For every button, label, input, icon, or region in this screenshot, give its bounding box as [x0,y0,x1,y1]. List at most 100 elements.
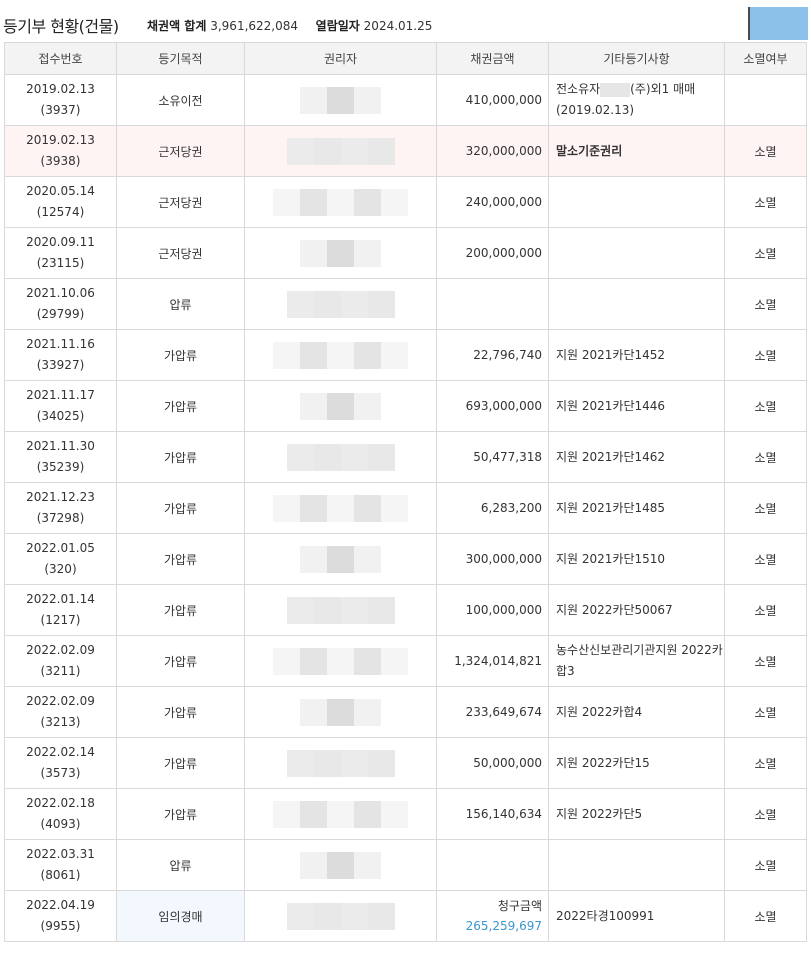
receipt-cell: 2022.01.05 (320) [4,533,117,585]
redaction-block [367,749,395,777]
receipt-number: (8061) [40,868,81,882]
purpose-cell: 압류 [116,839,245,891]
redaction-block [286,137,314,165]
right-holder-cell [244,737,437,789]
receipt-date: 2021.11.17 [26,388,95,402]
receipt-date: 2022.02.14 [26,745,95,759]
receipt-cell: 2020.05.14 (12574) [4,176,117,228]
other-notes-cell: 지원 2022카합4 [548,686,725,738]
col-header-receipt-no: 접수번호 [4,42,117,75]
right-holder-cell [244,431,437,483]
other-notes-cell: 지원 2021카단1485 [548,482,725,534]
redaction-block [300,188,327,216]
extinction-cell: 소멸 [724,482,807,534]
right-holder-cell [244,125,437,177]
redaction-block [354,188,381,216]
redaction-block [327,698,354,726]
extinction-cell: 소멸 [724,176,807,228]
purpose-cell: 소유이전 [116,74,245,126]
receipt-cell: 2019.02.13 (3938) [4,125,117,177]
amount-cell [436,839,549,891]
redaction-block [313,290,341,318]
receipt-number: (12574) [36,205,85,219]
receipt-date: 2022.02.18 [26,796,95,810]
other-notes-cell [548,278,725,330]
redaction-block [286,290,314,318]
extinction-cell: 소멸 [724,686,807,738]
extinction-cell [724,74,807,126]
redaction-block [327,86,354,114]
claim-amount-label: 청구금액 [497,899,542,913]
receipt-cell: 2022.03.31 (8061) [4,839,117,891]
redaction-block [300,392,327,420]
redaction-block [273,188,300,216]
amount-cell: 156,140,634 [436,788,549,840]
redacted-name [245,177,436,227]
receipt-number: (29799) [36,307,85,321]
redaction-block [313,902,341,930]
redaction-block [367,137,395,165]
amount-cell: 240,000,000 [436,176,549,228]
registry-table: 접수번호 등기목적 권리자 채권금액 기타등기사항 소멸여부 2019.02.1… [4,42,807,942]
receipt-number: (3573) [40,766,81,780]
base-right-label: 말소기준권리 [556,143,623,158]
receipt-date: 2021.10.06 [26,286,95,300]
table-row: 2021.12.23 (37298) 가압류 6,283,200 지원 2021카… [4,482,807,534]
redaction-block [367,290,395,318]
redaction-block [354,851,381,879]
redaction-block [354,494,381,522]
receipt-cell: 2021.11.16 (33927) [4,329,117,381]
redacted-name [245,636,436,686]
purpose-cell: 압류 [116,278,245,330]
redaction-block [354,86,381,114]
purpose-cell: 가압류 [116,533,245,585]
redaction-block [313,137,341,165]
receipt-number: (37298) [36,511,85,525]
redacted-name [245,75,436,125]
table-row: 2020.05.14 (12574) 근저당권 240,000,000 소멸 [4,176,807,228]
receipt-number: (3211) [40,664,81,678]
amount-cell: 233,649,674 [436,686,549,738]
redaction-block [300,86,327,114]
redaction-block [300,545,327,573]
receipt-cell: 2021.11.30 (35239) [4,431,117,483]
receipt-cell: 2021.10.06 (29799) [4,278,117,330]
redaction-block [327,392,354,420]
purpose-cell: 가압류 [116,431,245,483]
col-header-extinction: 소멸여부 [724,42,807,75]
purpose-cell: 근저당권 [116,125,245,177]
table-row: 2020.09.11 (23115) 근저당권 200,000,000 소멸 [4,227,807,279]
extinction-cell: 소멸 [724,839,807,891]
extinction-cell: 소멸 [724,635,807,687]
receipt-cell: 2021.12.23 (37298) [4,482,117,534]
extinction-cell: 소멸 [724,533,807,585]
extinction-cell: 소멸 [724,380,807,432]
table-row: 2022.02.14 (3573) 가압류 50,000,000 지원 2022카… [4,737,807,789]
redaction-block [354,698,381,726]
purpose-cell: 가압류 [116,686,245,738]
receipt-date: 2022.02.09 [26,694,95,708]
other-notes-cell: 농수산신보관리기관지원 2022카합3 [548,635,725,687]
purpose-cell: 가압류 [116,635,245,687]
redaction-block [354,239,381,267]
redaction-block [381,341,408,369]
purpose-cell: 근저당권 [116,227,245,279]
receipt-number: (34025) [36,409,85,423]
redaction-block [367,596,395,624]
redaction-block [327,188,354,216]
right-holder-cell [244,890,437,942]
extinction-cell: 소멸 [724,329,807,381]
receipt-number: (3937) [40,103,81,117]
redaction-block [354,647,381,675]
receipt-number: (320) [44,562,77,576]
page-title: 등기부 현황(건물) [3,17,119,36]
redaction-block [381,188,408,216]
amount-cell: 1,324,014,821 [436,635,549,687]
receipt-date: 2022.02.09 [26,643,95,657]
col-header-purpose: 등기목적 [116,42,245,75]
right-holder-cell [244,839,437,891]
amount-cell: 410,000,000 [436,74,549,126]
other-notes-cell: 지원 2021카단1446 [548,380,725,432]
redaction-block [300,494,327,522]
right-holder-cell [244,635,437,687]
